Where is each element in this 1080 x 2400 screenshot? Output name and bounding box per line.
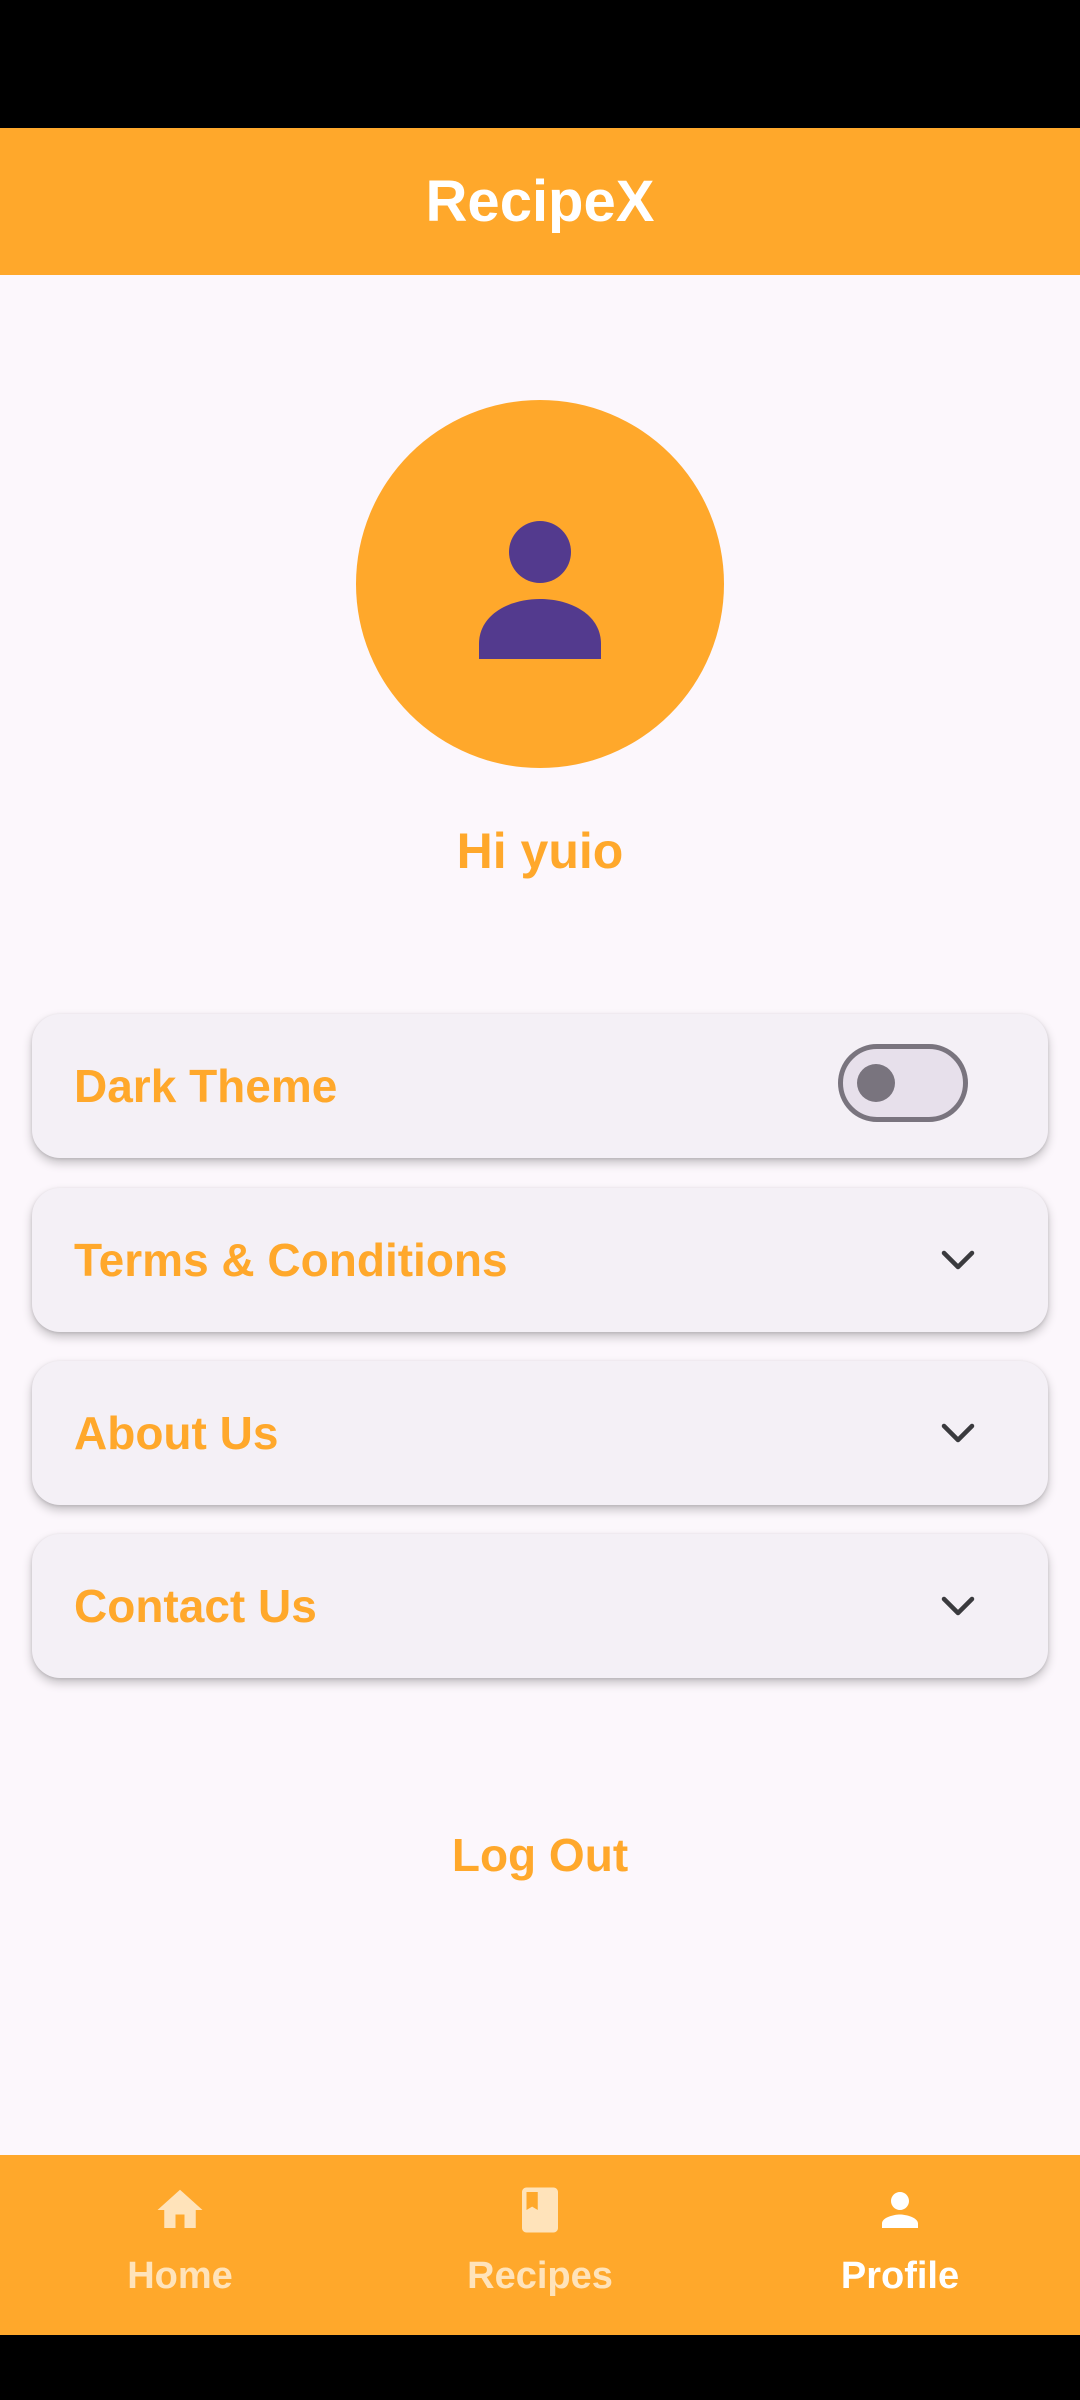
contact-us-label: Contact Us — [74, 1580, 317, 1632]
terms-conditions-item[interactable]: Terms & Conditions — [32, 1188, 1048, 1332]
system-nav-bar — [0, 2335, 1080, 2400]
nav-item-profile[interactable]: Profile — [720, 2155, 1080, 2335]
toggle-knob — [857, 1064, 895, 1102]
home-icon — [157, 2189, 203, 2228]
contact-us-item[interactable]: Contact Us — [32, 1534, 1048, 1678]
nav-label-home: Home — [127, 2255, 233, 2297]
greeting-text: Hi yuio — [456, 823, 624, 879]
bottom-nav: Home Recipes Profile — [0, 2155, 1080, 2335]
app-bar: RecipeX — [0, 128, 1080, 275]
app-title: RecipeX — [425, 169, 655, 234]
person-icon — [882, 2192, 918, 2228]
dark-theme-label: Dark Theme — [74, 1060, 338, 1112]
dark-theme-toggle[interactable] — [838, 1044, 968, 1122]
nav-item-recipes[interactable]: Recipes — [360, 2155, 720, 2335]
chevron-down-icon — [941, 1250, 975, 1270]
nav-item-home[interactable]: Home — [0, 2155, 360, 2335]
nav-label-recipes: Recipes — [467, 2255, 613, 2297]
avatar — [356, 400, 724, 768]
about-us-item[interactable]: About Us — [32, 1361, 1048, 1505]
book-icon — [522, 2187, 558, 2233]
about-us-label: About Us — [74, 1407, 279, 1459]
dark-theme-row: Dark Theme — [32, 1014, 1048, 1158]
nav-label-profile: Profile — [840, 2255, 960, 2297]
status-bar — [0, 0, 1080, 128]
person-icon — [479, 521, 601, 659]
chevron-down-icon — [941, 1423, 975, 1443]
chevron-down-icon — [941, 1596, 975, 1616]
terms-conditions-label: Terms & Conditions — [74, 1234, 508, 1286]
logout-button[interactable]: Log Out — [0, 1828, 1080, 1882]
